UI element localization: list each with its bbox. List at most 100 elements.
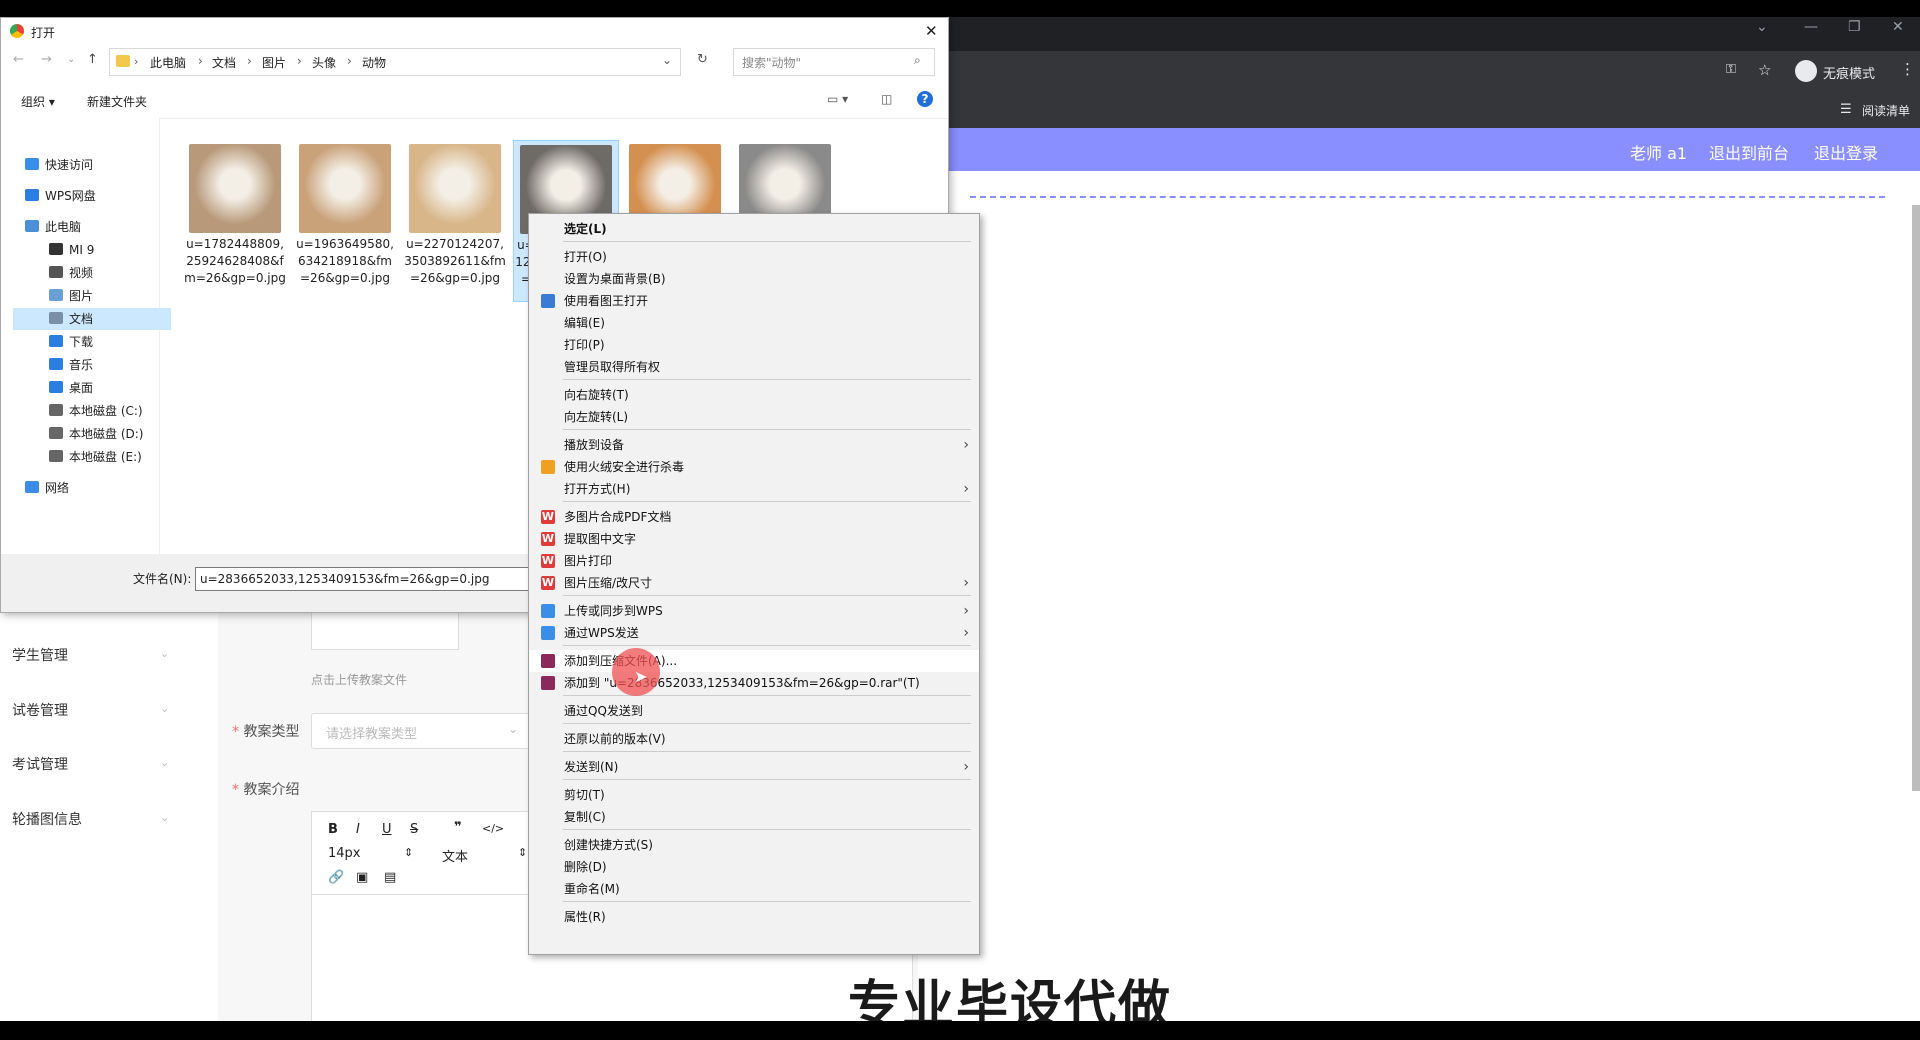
search-icon[interactable]: ⌕ — [914, 53, 921, 68]
menu-item[interactable]: 上传或同步到WPS › — [529, 600, 979, 622]
nav-item[interactable]: WPS网盘 — [1, 185, 159, 207]
nav-item[interactable]: 本地磁盘 (C:) — [13, 400, 171, 422]
italic-icon[interactable]: I — [356, 822, 360, 837]
forward-icon[interactable]: → — [41, 52, 52, 67]
file-tile[interactable]: u=2270124207,3503892611&fm=26&gp=0.jpg — [403, 140, 507, 300]
nav-item[interactable]: 快速访问 — [1, 154, 159, 176]
menu-item[interactable]: 使用看图王打开 — [529, 290, 979, 312]
menu-item[interactable]: W 图片打印 — [529, 550, 979, 572]
breadcrumb-item[interactable]: 图片 — [262, 54, 286, 71]
nav-item[interactable]: 视频 — [13, 262, 171, 284]
back-icon[interactable]: ← — [13, 52, 24, 67]
nav-item[interactable]: 本地磁盘 (E:) — [13, 446, 171, 468]
menu-item[interactable]: W 图片压缩/改尺寸 › — [529, 572, 979, 594]
preview-pane-icon[interactable]: ◫ — [881, 92, 892, 106]
bold-icon[interactable]: B — [328, 822, 338, 837]
dialog-titlebar[interactable]: 打开 ✕ — [1, 18, 948, 46]
user-name[interactable]: 老师 a1 — [1630, 140, 1687, 164]
menu-item[interactable]: 打开方式(H) › — [529, 478, 979, 500]
video-icon[interactable]: ▤ — [384, 870, 396, 885]
menu-item[interactable]: 属性(R) — [529, 906, 979, 928]
code-icon[interactable]: </> — [482, 822, 504, 835]
close-icon[interactable]: ✕ — [925, 22, 938, 40]
breadcrumb-item[interactable]: 头像 — [312, 54, 336, 71]
menu-item[interactable]: 打开(O) — [529, 246, 979, 268]
menu-item[interactable]: 向左旋转(L) — [529, 406, 979, 428]
sidebar-item-exam[interactable]: 考试管理 — [12, 754, 68, 774]
menu-item[interactable]: 添加到 "u=2836652033,1253409153&fm=26&gp=0.… — [529, 672, 979, 694]
nav-item[interactable]: 网络 — [1, 477, 159, 499]
view-options-icon[interactable]: ▭ ▾ — [827, 92, 848, 106]
breadcrumb-item[interactable]: 动物 — [362, 54, 386, 71]
tab-search-icon[interactable]: ⌄ — [1756, 19, 1768, 35]
breadcrumb-item[interactable]: 文档 — [212, 54, 236, 71]
menu-item[interactable]: 打印(P) — [529, 334, 979, 356]
key-icon[interactable]: ⚿ — [1726, 62, 1736, 77]
link-icon[interactable]: 🔗 — [328, 870, 344, 885]
nav-item[interactable]: 桌面 — [13, 377, 171, 399]
menu-item[interactable]: 向右旋转(T) — [529, 384, 979, 406]
menu-item[interactable]: 编辑(E) — [529, 312, 979, 334]
block-format-select[interactable]: 文本 — [442, 846, 468, 865]
nav-item[interactable]: 此电脑 — [1, 216, 159, 238]
menu-item[interactable]: 通过QQ发送到 — [529, 700, 979, 722]
dashed-divider — [970, 196, 1885, 198]
reading-list[interactable]: 阅读清单 — [1862, 102, 1910, 119]
menu-item[interactable]: 设置为桌面背景(B) — [529, 268, 979, 290]
file-tile[interactable]: u=1782448809,25924628408&fm=26&gp=0.jpg — [183, 140, 287, 300]
browser-menu-icon[interactable]: ⋮ — [1900, 60, 1915, 78]
quote-icon[interactable]: ❞ — [454, 820, 462, 835]
organize-button[interactable]: 组织 ▾ — [21, 93, 55, 110]
menu-item[interactable]: 删除(D) — [529, 856, 979, 878]
bookmark-star-icon[interactable]: ☆ — [1758, 61, 1771, 79]
menu-item[interactable]: 管理员取得所有权 — [529, 356, 979, 378]
sidebar-item-carousel[interactable]: 轮播图信息 — [12, 809, 82, 829]
menu-item[interactable]: 发送到(N) › — [529, 756, 979, 778]
menu-item[interactable]: 添加到压缩文件(A)... — [529, 650, 979, 672]
page-scrollbar[interactable] — [1912, 205, 1920, 791]
minimize-icon[interactable]: — — [1804, 19, 1818, 35]
menu-item[interactable]: 选定(L) — [529, 218, 979, 240]
restore-icon[interactable]: ❐ — [1848, 19, 1861, 35]
strike-icon[interactable]: S — [410, 822, 418, 837]
menu-item[interactable]: W 提取图中文字 — [529, 528, 979, 550]
nav-item[interactable]: 文档 — [13, 308, 171, 330]
nav-item[interactable]: 本地磁盘 (D:) — [13, 423, 171, 445]
nav-item[interactable]: 下载 — [13, 331, 171, 353]
close-window-icon[interactable]: ✕ — [1892, 19, 1904, 35]
refresh-icon[interactable]: ↻ — [697, 52, 708, 67]
nav-item[interactable]: MI 9 — [13, 239, 171, 261]
exit-to-front-link[interactable]: 退出到前台 — [1709, 140, 1789, 164]
font-size-select[interactable]: 14px — [328, 846, 361, 861]
new-folder-button[interactable]: 新建文件夹 — [87, 93, 147, 110]
menu-item[interactable]: 播放到设备 › — [529, 434, 979, 456]
chevron-down-icon[interactable]: ⌄ — [662, 53, 672, 67]
menu-item[interactable]: 剪切(T) — [529, 784, 979, 806]
up-icon[interactable]: ↑ — [87, 52, 98, 67]
sidebar-item-paper[interactable]: 试卷管理 — [12, 700, 68, 720]
image-icon[interactable]: ▣ — [356, 870, 368, 885]
menu-item[interactable]: 使用火绒安全进行杀毒 — [529, 456, 979, 478]
menu-item[interactable]: 复制(C) — [529, 806, 979, 828]
address-bar[interactable]: › 此电脑 › 文档 › 图片 › 头像 › 动物 ⌄ — [109, 48, 681, 76]
menu-item[interactable]: 重命名(M) — [529, 878, 979, 900]
menu-item[interactable]: 通过WPS发送 › — [529, 622, 979, 644]
type-select[interactable]: 请选择教案类型 ⌄ — [311, 713, 543, 749]
nav-item[interactable]: 音乐 — [13, 354, 171, 376]
file-name: u=2270124207,3503892611&fm=26&gp=0.jpg — [404, 237, 506, 285]
menu-item[interactable]: 还原以前的版本(V) — [529, 728, 979, 750]
recent-chevron-icon[interactable]: ⌄ — [67, 54, 75, 65]
filename-input[interactable]: u=2836652033,1253409153&fm=26&gp=0.jpg — [195, 567, 541, 591]
underline-icon[interactable]: U — [382, 822, 392, 837]
upload-box[interactable] — [311, 609, 459, 650]
menu-item[interactable]: W 多图片合成PDF文档 — [529, 506, 979, 528]
menu-item[interactable]: 创建快捷方式(S) — [529, 834, 979, 856]
incognito-label[interactable]: 无痕模式 — [1823, 63, 1875, 82]
file-tile[interactable]: u=1963649580,634218918&fm=26&gp=0.jpg — [293, 140, 397, 300]
search-input[interactable]: 搜索"动物" ⌕ — [733, 48, 935, 76]
logout-link[interactable]: 退出登录 — [1814, 140, 1878, 164]
help-icon[interactable]: ? — [917, 91, 933, 107]
breadcrumb-item[interactable]: 此电脑 — [150, 54, 186, 71]
sidebar-item-student[interactable]: 学生管理 — [12, 645, 68, 665]
nav-item[interactable]: 图片 — [13, 285, 171, 307]
